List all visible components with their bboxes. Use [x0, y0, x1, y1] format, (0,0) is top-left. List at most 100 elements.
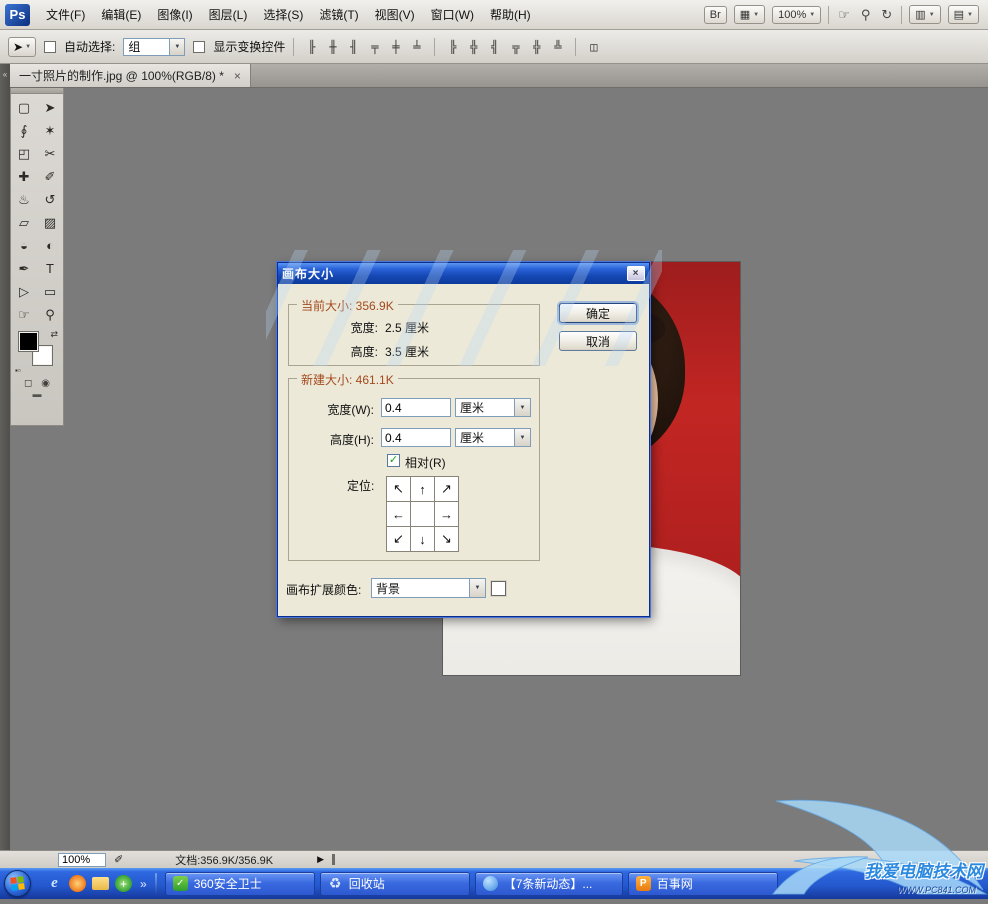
- task-baishi-web[interactable]: P 百事网: [628, 872, 778, 896]
- anchor-bottom-center[interactable]: ↓: [410, 526, 435, 552]
- crop-tool-icon[interactable]: ◰: [11, 142, 37, 165]
- swap-colors-icon[interactable]: ⇄: [50, 329, 58, 340]
- history-brush-tool-icon[interactable]: ↺: [37, 188, 63, 211]
- dodge-tool-icon[interactable]: ◐: [37, 234, 63, 257]
- anchor-top-left[interactable]: ↖: [386, 476, 411, 502]
- quick-launch-360-icon[interactable]: +: [115, 875, 132, 892]
- ok-button[interactable]: 确定: [559, 303, 637, 323]
- align-left-icon[interactable]: ╤: [365, 37, 384, 56]
- screen-mode-strip[interactable]: ▬: [11, 389, 63, 399]
- canvas-extension-dropdown[interactable]: 背景 ▼: [371, 578, 486, 598]
- menu-help[interactable]: 帮助(H): [482, 1, 539, 28]
- menu-select[interactable]: 选择(S): [255, 1, 311, 28]
- align-vertical-center-icon[interactable]: ╫: [323, 37, 342, 56]
- lasso-tool-icon[interactable]: ∮: [11, 119, 37, 142]
- document-tab[interactable]: 一寸照片的制作.jpg @ 100%(RGB/8) * ×: [10, 64, 251, 87]
- anchor-middle-left[interactable]: ←: [386, 501, 411, 527]
- foreground-color-swatch[interactable]: [19, 332, 38, 351]
- rectangular-marquee-tool-icon[interactable]: ▢: [11, 96, 37, 119]
- relative-checkbox[interactable]: ✓: [387, 454, 400, 467]
- close-icon[interactable]: ×: [627, 266, 645, 281]
- anchor-bottom-left[interactable]: ↙: [386, 526, 411, 552]
- menu-image[interactable]: 图像(I): [149, 1, 200, 28]
- hand-tool-icon[interactable]: ☞: [11, 303, 37, 326]
- zoom-tool-icon[interactable]: ⚲: [859, 7, 873, 23]
- quick-mask-icon[interactable]: ◉: [41, 378, 50, 389]
- hand-tool-icon[interactable]: ☞: [836, 7, 852, 23]
- distribute-left-icon[interactable]: ╦: [506, 37, 525, 56]
- anchor-top-center[interactable]: ↑: [410, 476, 435, 502]
- internet-explorer-icon[interactable]: e: [46, 875, 63, 892]
- screen-mode-button[interactable]: ▤ ▼: [948, 5, 979, 24]
- height-input[interactable]: [381, 428, 451, 447]
- menu-layer[interactable]: 图层(L): [201, 1, 256, 28]
- task-360-safe[interactable]: ✓ 360安全卫士: [165, 872, 315, 896]
- close-icon[interactable]: ×: [234, 70, 241, 82]
- healing-brush-tool-icon[interactable]: ✚: [11, 165, 37, 188]
- menu-edit[interactable]: 编辑(E): [93, 1, 149, 28]
- auto-select-scope-dropdown[interactable]: 组 ▼: [123, 38, 185, 56]
- menu-file[interactable]: 文件(F): [38, 1, 93, 28]
- folder-icon[interactable]: [92, 877, 109, 890]
- task-news[interactable]: 【7条新动态】...: [475, 872, 623, 896]
- zoom-tool-icon[interactable]: ⚲: [37, 303, 63, 326]
- cancel-button[interactable]: 取消: [559, 331, 637, 351]
- align-right-icon[interactable]: ╧: [407, 37, 426, 56]
- clone-stamp-tool-icon[interactable]: ♨: [11, 188, 37, 211]
- path-selection-tool-icon[interactable]: ▷: [11, 280, 37, 303]
- distribute-top-icon[interactable]: ╠: [443, 37, 462, 56]
- chevron-down-icon: ▼: [169, 39, 184, 55]
- auto-align-layers-icon[interactable]: ◫: [584, 37, 603, 56]
- align-horizontal-center-icon[interactable]: ╪: [386, 37, 405, 56]
- menu-window[interactable]: 窗口(W): [423, 1, 482, 28]
- canvas-extension-color-swatch[interactable]: [491, 581, 506, 596]
- anchor-top-right[interactable]: ↗: [434, 476, 459, 502]
- dialog-body: 确定 取消 当前大小: 356.9K 宽度: 2.5 厘米 高度: 3.5 厘米…: [278, 284, 649, 616]
- shape-tool-icon[interactable]: ▭: [37, 280, 63, 303]
- status-zoom-input[interactable]: [58, 853, 106, 867]
- eraser-tool-icon[interactable]: ▱: [11, 211, 37, 234]
- rotate-view-icon[interactable]: ↻: [879, 7, 894, 23]
- view-extras-button[interactable]: ▦ ▼: [734, 5, 765, 24]
- overflow-chevron-icon[interactable]: »: [140, 877, 147, 891]
- browser-icon[interactable]: [69, 875, 86, 892]
- gradient-tool-icon[interactable]: ▨: [37, 211, 63, 234]
- default-colors-icon[interactable]: ▪▫: [15, 366, 21, 375]
- auto-select-checkbox[interactable]: [44, 41, 56, 53]
- standard-mode-icon[interactable]: ◻: [24, 378, 32, 389]
- zoom-level-button[interactable]: 100% ▼: [772, 6, 821, 24]
- start-button[interactable]: [4, 870, 31, 897]
- show-transform-checkbox[interactable]: [193, 41, 205, 53]
- move-tool-icon[interactable]: ➤: [37, 96, 63, 119]
- task-recycle-bin[interactable]: ♻ 回收站: [320, 872, 470, 896]
- slice-tool-icon[interactable]: ✂: [37, 142, 63, 165]
- distribute-right-icon[interactable]: ╩: [548, 37, 567, 56]
- anchor-middle-right[interactable]: →: [434, 501, 459, 527]
- width-input[interactable]: [381, 398, 451, 417]
- pen-tool-icon[interactable]: ✒: [11, 257, 37, 280]
- menu-view[interactable]: 视图(V): [367, 1, 423, 28]
- tool-preset-picker[interactable]: ➤ ▼: [8, 37, 36, 57]
- distribute-bottom-icon[interactable]: ╣: [485, 37, 504, 56]
- brush-tool-icon[interactable]: ✐: [37, 165, 63, 188]
- blur-tool-icon[interactable]: ◒: [11, 234, 37, 257]
- panel-dock-collapsed[interactable]: «: [0, 64, 10, 850]
- chevron-down-icon: ▼: [514, 429, 530, 446]
- distribute-vertical-center-icon[interactable]: ╬: [464, 37, 483, 56]
- align-top-icon[interactable]: ╟: [302, 37, 321, 56]
- toolbox-bottom-buttons: ◻ ◉: [11, 378, 63, 389]
- height-unit-dropdown[interactable]: 厘米 ▼: [455, 428, 531, 447]
- separator: [901, 6, 902, 24]
- dialog-title-bar[interactable]: 画布大小 ×: [278, 263, 649, 284]
- magic-wand-tool-icon[interactable]: ✶: [37, 119, 63, 142]
- menu-filter[interactable]: 滤镜(T): [311, 1, 366, 28]
- anchor-center[interactable]: [410, 501, 435, 527]
- arrange-documents-button[interactable]: ▥ ▼: [909, 5, 940, 24]
- type-tool-icon[interactable]: T: [37, 257, 63, 280]
- distribute-horizontal-center-icon[interactable]: ╬: [527, 37, 546, 56]
- align-bottom-icon[interactable]: ╢: [344, 37, 363, 56]
- bridge-button[interactable]: Br: [704, 6, 727, 24]
- anchor-bottom-right[interactable]: ↘: [434, 526, 459, 552]
- status-expand-icon[interactable]: ▶: [317, 854, 324, 865]
- width-unit-dropdown[interactable]: 厘米 ▼: [455, 398, 531, 417]
